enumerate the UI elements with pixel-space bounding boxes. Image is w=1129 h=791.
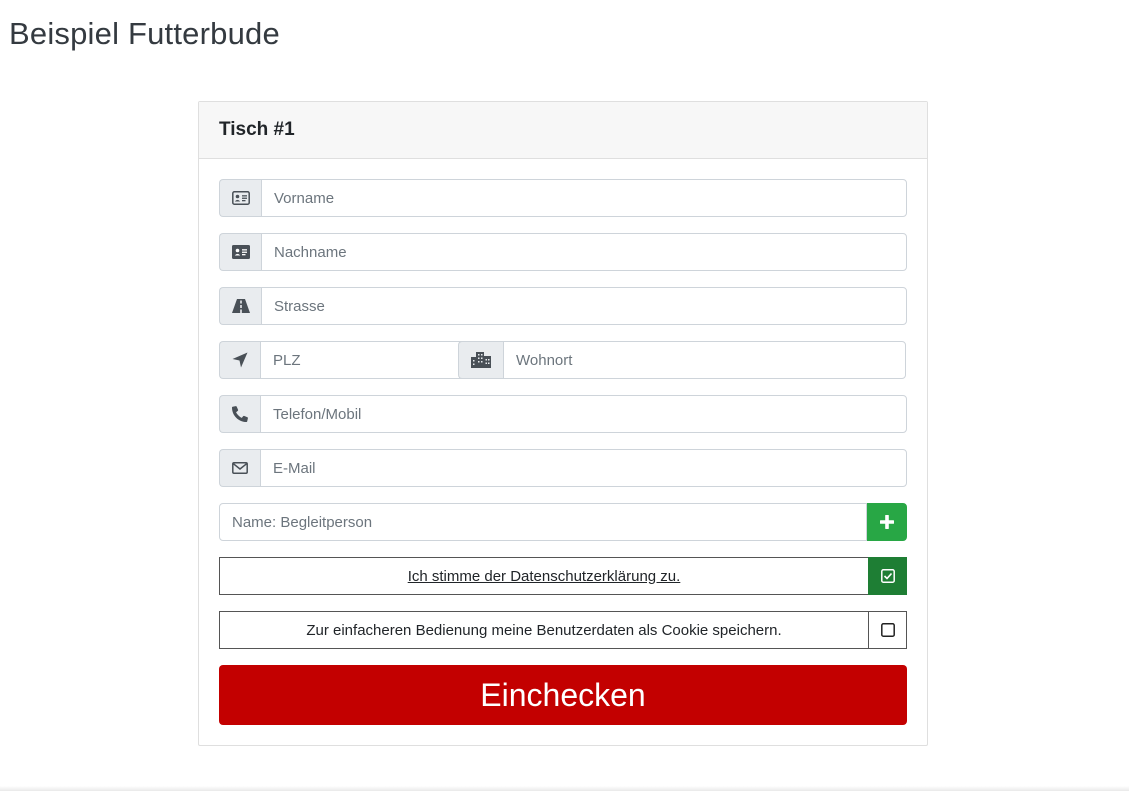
email-group xyxy=(219,449,907,487)
checkbox-empty-icon xyxy=(880,623,895,637)
vorname-input[interactable] xyxy=(261,179,907,217)
city-icon xyxy=(458,341,503,379)
add-companion-button[interactable] xyxy=(867,503,907,541)
wohnort-input[interactable] xyxy=(503,341,906,379)
phone-icon xyxy=(219,395,260,433)
nachname-group xyxy=(219,233,907,271)
checkin-button[interactable]: Einchecken xyxy=(219,665,907,725)
begleitperson-group xyxy=(219,503,907,541)
wohnort-group xyxy=(458,341,906,379)
card-header: Tisch #1 xyxy=(199,102,927,159)
card-title: Tisch #1 xyxy=(219,119,295,140)
cookie-consent-checkbox[interactable] xyxy=(868,611,907,649)
page-title: Beispiel Futterbude xyxy=(9,16,280,51)
telefon-input[interactable] xyxy=(260,395,907,433)
plus-icon xyxy=(880,515,894,529)
footer-divider xyxy=(0,786,1129,791)
telefon-group xyxy=(219,395,907,433)
id-card-outline-icon xyxy=(219,179,261,217)
strasse-input[interactable] xyxy=(261,287,907,325)
privacy-consent-label[interactable]: Ich stimme der Datenschutzerklärung zu. xyxy=(219,557,868,595)
id-card-icon xyxy=(219,233,261,271)
location-arrow-icon xyxy=(219,341,260,379)
envelope-icon xyxy=(219,449,260,487)
checkin-card: Tisch #1 Vorname Nachname Strasse PLZ Wo… xyxy=(198,101,928,746)
cookie-consent-row: Zur einfacheren Bedienung meine Benutzer… xyxy=(219,611,907,649)
plz-input[interactable] xyxy=(260,341,485,379)
begleitperson-input[interactable] xyxy=(219,503,867,541)
email-input[interactable] xyxy=(260,449,907,487)
nachname-input[interactable] xyxy=(261,233,907,271)
privacy-consent-row: Ich stimme der Datenschutzerklärung zu. xyxy=(219,557,907,595)
privacy-consent-checkbox[interactable] xyxy=(868,557,907,595)
road-icon xyxy=(219,287,261,325)
cookie-consent-label[interactable]: Zur einfacheren Bedienung meine Benutzer… xyxy=(219,611,868,649)
vorname-group xyxy=(219,179,907,217)
checkbox-checked-icon xyxy=(880,569,895,583)
strasse-group xyxy=(219,287,907,325)
plz-group xyxy=(219,341,485,379)
